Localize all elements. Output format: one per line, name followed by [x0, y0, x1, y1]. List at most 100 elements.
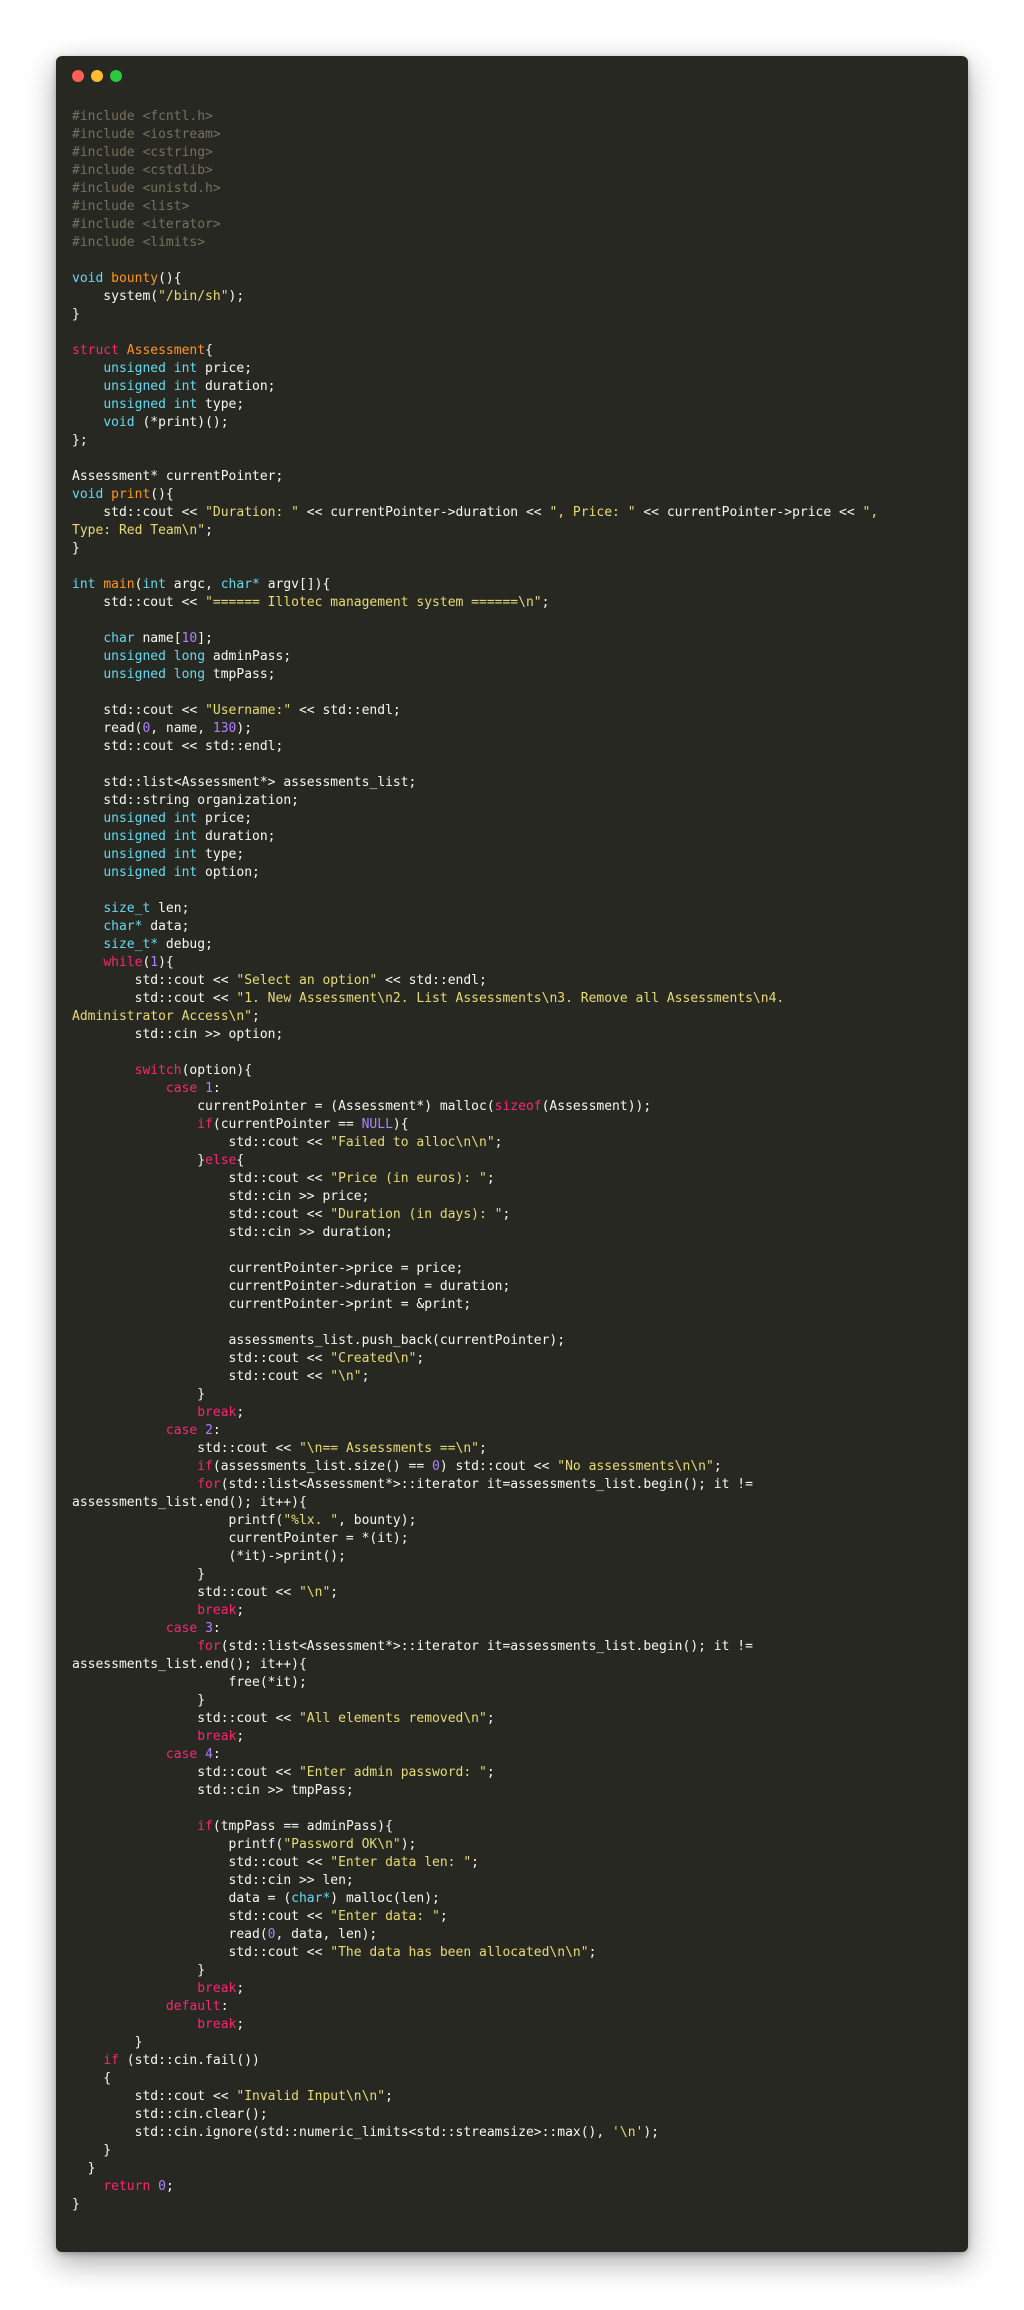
code-line: unsigned int type;	[72, 396, 956, 414]
code-token: };	[72, 433, 88, 448]
code-line: std::cout << "Enter data: ";	[72, 1908, 956, 1926]
code-line: assessments_list.push_back(currentPointe…	[72, 1332, 956, 1350]
code-line: for(std::list<Assessment*>::iterator it=…	[72, 1476, 956, 1494]
code-token: );	[400, 1837, 417, 1852]
code-token: "No assessments\n\n"	[557, 1459, 714, 1474]
code-line: std::cout << "All elements removed\n";	[72, 1710, 956, 1728]
code-token: }	[72, 1693, 206, 1708]
code-line: case 4:	[72, 1746, 956, 1764]
code-token: if	[197, 1819, 213, 1834]
code-token: duration;	[197, 829, 276, 844]
code-token: (){	[158, 271, 182, 286]
code-token: char*	[220, 577, 260, 592]
code-token: std::cout <<	[72, 1441, 299, 1456]
code-token: "The data has been allocated\n\n"	[330, 1945, 589, 1960]
code-line: }	[72, 2196, 956, 2214]
code-token: 0	[267, 1927, 276, 1942]
code-token: void	[72, 487, 104, 502]
code-token: "1. New Assessment\n2. List Assessments\…	[236, 991, 785, 1006]
code-token: std::cout <<	[72, 991, 237, 1006]
code-token: ;	[494, 1135, 503, 1150]
code-token: "%lx. "	[283, 1513, 339, 1528]
code-token: case	[165, 1747, 198, 1762]
code-token: else	[205, 1153, 237, 1168]
code-line: #include <limits>	[72, 234, 956, 252]
code-token: 10	[181, 631, 198, 646]
code-line: }	[72, 2142, 956, 2160]
code-token: unsigned int	[103, 397, 198, 412]
code-token: (assessments_list.size() ==	[212, 1459, 433, 1474]
code-token: Assessment	[126, 343, 206, 358]
code-token: default	[165, 1999, 221, 2014]
code-token: case	[165, 1081, 198, 1096]
code-token: :	[212, 1423, 221, 1438]
code-token: , name,	[150, 721, 213, 736]
code-token: break	[197, 2017, 237, 2032]
code-token: (*print)();	[134, 415, 229, 430]
code-line: currentPointer->price = price;	[72, 1260, 956, 1278]
code-line: unsigned long tmpPass;	[72, 666, 956, 684]
code-line: unsigned int price;	[72, 810, 956, 828]
code-line: return 0;	[72, 2178, 956, 2196]
code-token: unsigned int	[103, 811, 198, 826]
code-token: Type: Red Team\n"	[72, 523, 206, 538]
code-token: ;	[486, 1711, 495, 1726]
code-token: ;	[479, 1441, 487, 1456]
code-line: currentPointer->print = &print;	[72, 1296, 956, 1314]
code-token: unsigned int	[103, 847, 198, 862]
code-token: ;	[236, 1729, 245, 1744]
code-token: ;	[502, 1207, 511, 1222]
code-line: }	[72, 306, 956, 324]
code-token: std::cout <<	[72, 973, 237, 988]
code-token: std::cout <<	[72, 1909, 331, 1924]
code-token: , data, len);	[275, 1927, 378, 1942]
code-token: printf(	[72, 1837, 284, 1852]
code-line: }	[72, 2034, 956, 2052]
code-token: std::cout <<	[72, 595, 206, 610]
code-token: << std::endl;	[291, 703, 401, 718]
code-token: std::cout <<	[72, 1207, 331, 1222]
code-line: char name[10];	[72, 630, 956, 648]
code-line: if(currentPointer == NULL){	[72, 1116, 956, 1134]
code-token: (option){	[181, 1063, 253, 1078]
code-line: std::cin >> option;	[72, 1026, 956, 1044]
code-token: ;	[236, 2017, 245, 2032]
code-line: std::cout << "The data has been allocate…	[72, 1944, 956, 1962]
code-token: "Created\n"	[330, 1351, 417, 1366]
code-token: );	[643, 2125, 660, 2140]
code-token: ;	[361, 1369, 370, 1384]
code-line: currentPointer->duration = duration;	[72, 1278, 956, 1296]
minimize-dot-icon[interactable]	[91, 70, 103, 82]
code-line: };	[72, 432, 956, 450]
code-token: while	[103, 955, 143, 970]
code-token: :	[212, 1747, 221, 1762]
code-line: case 2:	[72, 1422, 956, 1440]
code-token: size_t*	[103, 937, 159, 952]
code-token: "Duration: "	[205, 505, 299, 520]
code-token: if	[197, 1459, 213, 1474]
code-line: #include <fcntl.h>	[72, 108, 956, 126]
code-token: char*	[291, 1891, 331, 1906]
close-dot-icon[interactable]	[72, 70, 84, 82]
code-token: ;	[205, 523, 213, 538]
code-token: #include <iterator>	[72, 217, 221, 232]
code-token: debug;	[158, 937, 213, 952]
code-token: (std::list<Assessment*>::iterator it=ass…	[220, 1639, 753, 1654]
code-token: (Assessment));	[541, 1099, 652, 1114]
code-token: #include <cstdlib>	[72, 163, 213, 178]
maximize-dot-icon[interactable]	[110, 70, 122, 82]
code-token: "Select an option"	[236, 973, 378, 988]
code-token: int	[72, 577, 96, 592]
code-token: std::cin.clear();	[72, 2107, 268, 2122]
code-token: std::cout << std::endl;	[72, 739, 284, 754]
code-token: 0	[158, 2179, 166, 2194]
code-token: char*	[103, 919, 143, 934]
